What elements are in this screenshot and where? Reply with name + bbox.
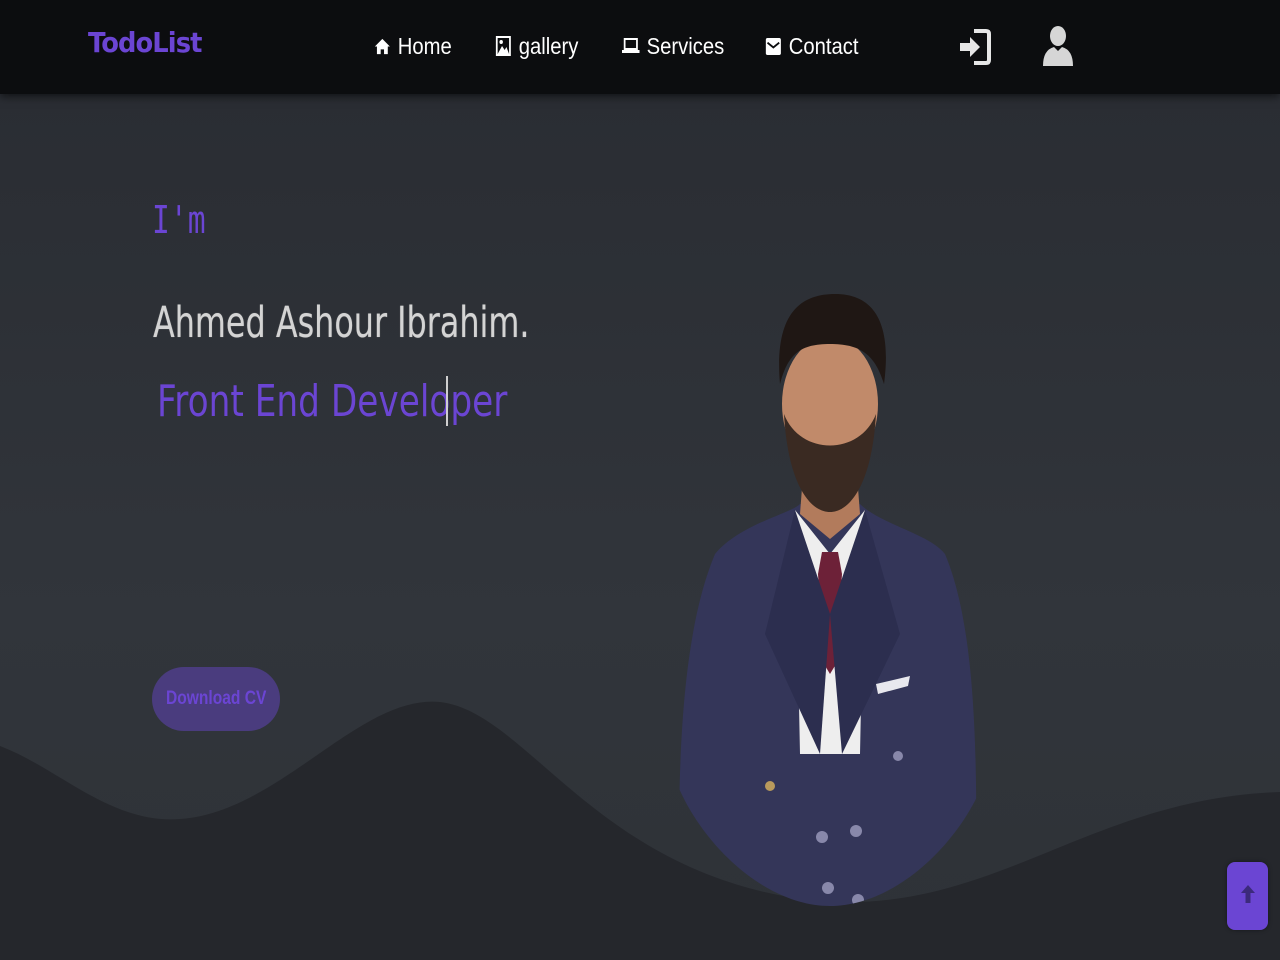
download-cv-label: Download CV [165,688,267,709]
hero-name: Ahmed Ashour Ibrahim. [153,298,530,348]
sign-in-button[interactable] [958,27,992,72]
download-cv-button[interactable]: Download CV [152,667,280,731]
nav-link-label: Contact [788,32,859,59]
nav-link-label: gallery [518,32,579,59]
top-navbar: TodoList Home gallery Services Contact [0,0,1280,94]
nav-link-label: Services [646,32,725,59]
nav-link-gallery[interactable]: gallery [495,30,578,62]
profile-photo [679,294,977,906]
nav-link-label: Home [397,32,452,59]
hero-section: I'm Ahmed Ashour Ibrahim. Front End Deve… [0,94,1280,960]
user-profile-button[interactable] [1042,25,1074,72]
sign-in-icon [958,29,992,71]
arrow-up-icon [1240,884,1256,909]
hero-intro: I'm [152,198,206,242]
laptop-icon [622,37,640,55]
nav-link-home[interactable]: Home [374,30,452,62]
envelope-icon [765,37,782,56]
home-icon [374,37,391,56]
scroll-to-top-button[interactable] [1227,862,1268,930]
brand-logo[interactable]: TodoList [88,26,202,59]
typing-caret [446,376,448,426]
nav-link-contact[interactable]: Contact [765,30,859,62]
hero-role: Front End Developer [157,376,508,427]
user-icon [1042,26,1074,71]
image-icon [495,35,512,57]
nav-link-services[interactable]: Services [622,30,724,62]
